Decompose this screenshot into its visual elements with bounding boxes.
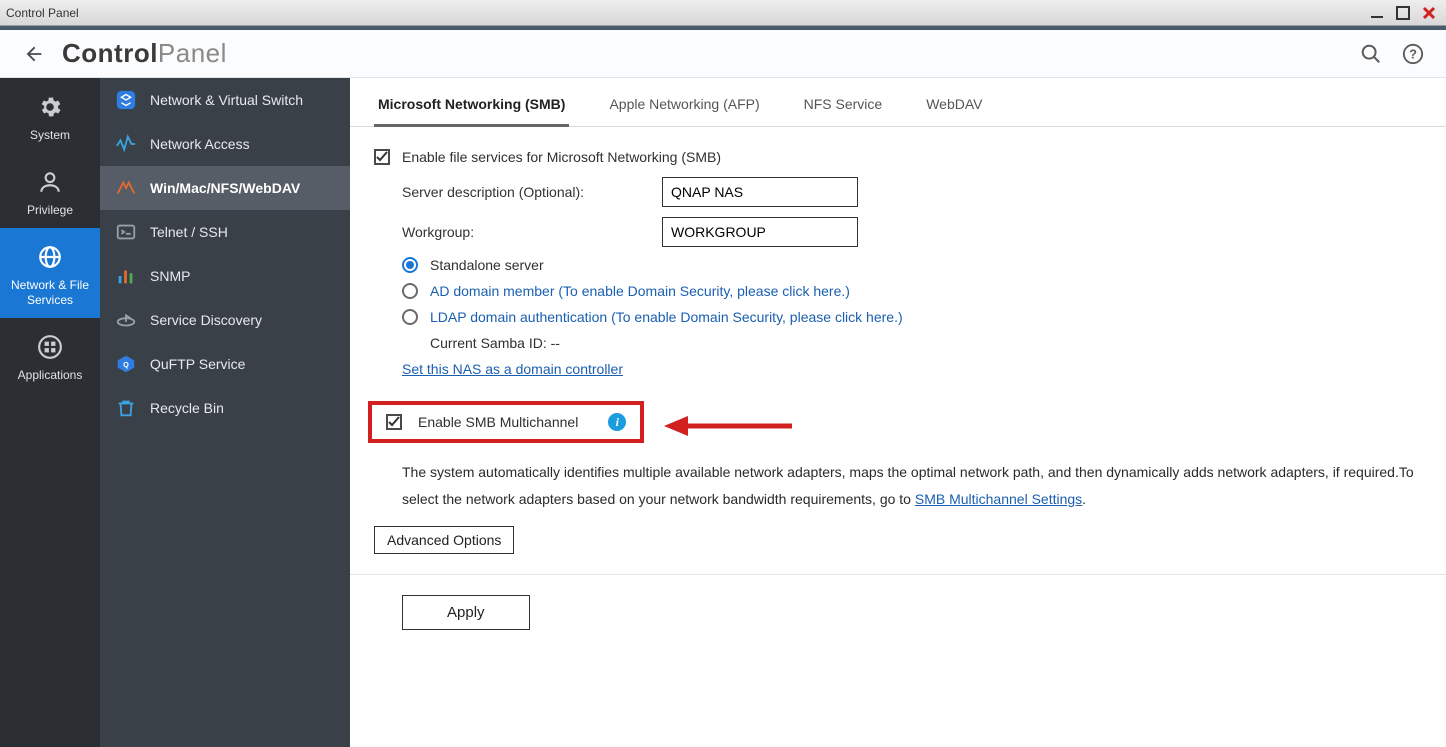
radio-ad-label: AD domain member	[430, 283, 558, 299]
radio-standalone-label: Standalone server	[430, 257, 544, 273]
window-close-button[interactable]	[1418, 4, 1440, 22]
nav2-item-network-virtual-switch[interactable]: Network & Virtual Switch	[100, 78, 350, 122]
enable-smb-checkbox[interactable]	[374, 149, 390, 165]
radio-ad-member[interactable]	[402, 283, 418, 299]
samba-id-label: Current Samba ID: --	[430, 335, 560, 351]
pulse-icon	[114, 132, 138, 156]
rail-item-label: Privilege	[27, 203, 73, 218]
advanced-options-button[interactable]: Advanced Options	[374, 526, 514, 554]
enable-smb-label: Enable file services for Microsoft Netwo…	[402, 149, 721, 165]
rail-item-label: System	[30, 128, 70, 143]
search-icon	[1360, 43, 1382, 65]
tab-label: Apple Networking (AFP)	[609, 96, 759, 112]
window-maximize-button[interactable]	[1392, 4, 1414, 22]
content-pane: Microsoft Networking (SMB) Apple Network…	[350, 78, 1446, 747]
domain-controller-link[interactable]: Set this NAS as a domain controller	[402, 361, 623, 377]
radio-ldap-label: LDAP domain authentication	[430, 309, 611, 325]
multichannel-desc-text: The system automatically identifies mult…	[402, 464, 1414, 507]
nav2-item-quftp-service[interactable]: Q QuFTP Service	[100, 342, 350, 386]
nav2-item-label: Telnet / SSH	[150, 224, 228, 240]
enable-multichannel-label: Enable SMB Multichannel	[418, 414, 578, 430]
workgroup-input[interactable]	[662, 217, 858, 247]
window-titlebar: Control Panel	[0, 0, 1446, 26]
page-title-thin: Panel	[158, 38, 227, 68]
radio-ad-link[interactable]: (To enable Domain Security, please click…	[558, 283, 850, 299]
apps-icon	[35, 332, 65, 362]
rail-item-network-file-services[interactable]: Network & File Services	[0, 228, 100, 318]
highlight-box: Enable SMB Multichannel i	[368, 401, 644, 443]
switch-icon	[114, 88, 138, 112]
tab-label: WebDAV	[926, 96, 982, 112]
nav2-item-network-access[interactable]: Network Access	[100, 122, 350, 166]
page-title-bold: Control	[62, 38, 158, 68]
nav2-item-label: Recycle Bin	[150, 400, 224, 416]
multichannel-description: The system automatically identifies mult…	[402, 459, 1422, 512]
ftp-icon: Q	[114, 352, 138, 376]
workgroup-label: Workgroup:	[402, 224, 662, 240]
multichannel-desc-tail: .	[1082, 491, 1086, 507]
nav2-item-label: Win/Mac/NFS/WebDAV	[150, 180, 300, 196]
primary-nav: System Privilege Network & File Services…	[0, 78, 100, 747]
multichannel-settings-link[interactable]: SMB Multichannel Settings	[915, 491, 1082, 507]
header: ControlPanel ?	[0, 30, 1446, 78]
bars-icon	[114, 264, 138, 288]
rail-item-privilege[interactable]: Privilege	[0, 153, 100, 228]
nav2-item-label: QuFTP Service	[150, 356, 245, 372]
help-icon: ?	[1402, 43, 1424, 65]
tab-smb[interactable]: Microsoft Networking (SMB)	[374, 96, 569, 127]
radar-icon	[114, 308, 138, 332]
server-desc-input[interactable]	[662, 177, 858, 207]
secondary-nav: Network & Virtual Switch Network Access …	[100, 78, 350, 747]
page-title: ControlPanel	[62, 38, 227, 69]
server-desc-label: Server description (Optional):	[402, 184, 662, 200]
nav2-item-label: Network & Virtual Switch	[150, 92, 303, 108]
nav2-item-label: Network Access	[150, 136, 250, 152]
radio-ldap[interactable]	[402, 309, 418, 325]
rail-item-label: Network & File Services	[4, 278, 96, 308]
help-button[interactable]: ?	[1398, 39, 1428, 69]
svg-text:Q: Q	[123, 360, 129, 369]
tab-nfs[interactable]: NFS Service	[800, 96, 887, 126]
tab-label: Microsoft Networking (SMB)	[378, 96, 565, 112]
nav2-item-win-mac-nfs-webdav[interactable]: Win/Mac/NFS/WebDAV	[100, 166, 350, 210]
nav2-item-telnet-ssh[interactable]: Telnet / SSH	[100, 210, 350, 254]
rail-item-applications[interactable]: Applications	[0, 318, 100, 393]
protocols-icon	[114, 176, 138, 200]
trash-icon	[114, 396, 138, 420]
nav2-item-service-discovery[interactable]: Service Discovery	[100, 298, 350, 342]
terminal-icon	[114, 220, 138, 244]
rail-item-label: Applications	[18, 368, 83, 383]
back-button[interactable]	[18, 38, 50, 70]
enable-multichannel-checkbox[interactable]	[386, 414, 402, 430]
search-button[interactable]	[1356, 39, 1386, 69]
rail-item-system[interactable]: System	[0, 78, 100, 153]
window-title: Control Panel	[6, 6, 79, 20]
user-icon	[35, 167, 65, 197]
tab-label: NFS Service	[804, 96, 883, 112]
svg-text:?: ?	[1409, 46, 1417, 61]
radio-standalone[interactable]	[402, 257, 418, 273]
nav2-item-label: Service Discovery	[150, 312, 262, 328]
nav2-item-label: SNMP	[150, 268, 190, 284]
radio-ldap-link[interactable]: (To enable Domain Security, please click…	[611, 309, 903, 325]
nav2-item-snmp[interactable]: SNMP	[100, 254, 350, 298]
tabs: Microsoft Networking (SMB) Apple Network…	[350, 78, 1446, 127]
nav2-item-recycle-bin[interactable]: Recycle Bin	[100, 386, 350, 430]
info-icon[interactable]: i	[608, 413, 626, 431]
gear-icon	[35, 92, 65, 122]
globe-icon	[35, 242, 65, 272]
tab-afp[interactable]: Apple Networking (AFP)	[605, 96, 763, 126]
apply-button[interactable]: Apply	[402, 595, 530, 630]
window-minimize-button[interactable]	[1366, 4, 1388, 22]
tab-webdav[interactable]: WebDAV	[922, 96, 986, 126]
